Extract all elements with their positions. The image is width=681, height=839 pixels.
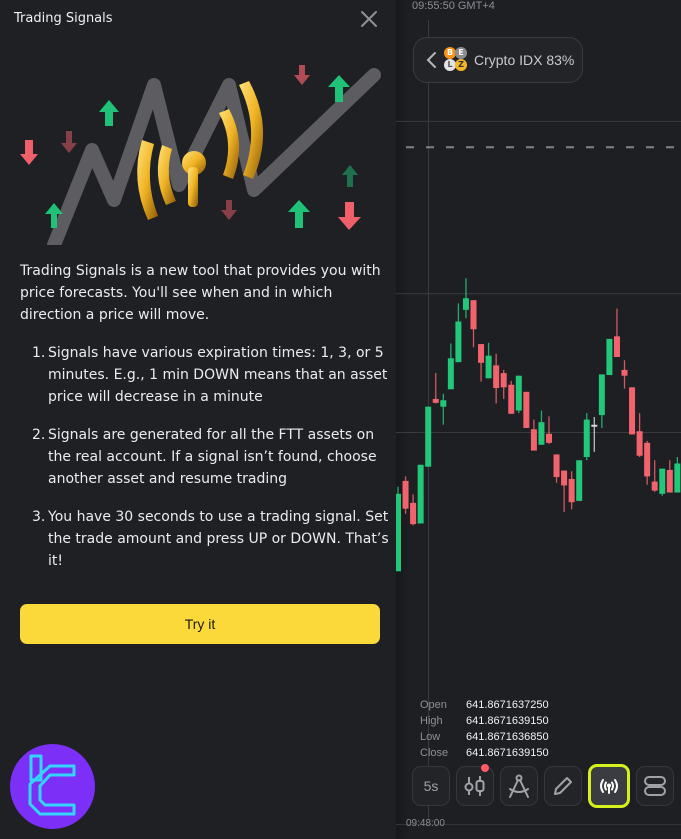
step-number: 1. (32, 345, 46, 361)
ohlc-close: Close 641.8671639150 (420, 745, 549, 761)
zcash-icon: Z (455, 59, 467, 71)
ohlc-value: 641.8671639150 (466, 747, 549, 759)
ohlc-label: High (420, 715, 443, 727)
candle-down (546, 433, 552, 443)
candle-up (425, 406, 432, 467)
candle-down (629, 387, 636, 435)
panel-title: Trading Signals (14, 11, 113, 26)
signals-illustration (20, 65, 381, 245)
logo-icon (28, 754, 76, 816)
brand-logo (10, 744, 95, 829)
candle-up (417, 464, 424, 524)
compass-icon (509, 774, 529, 798)
candle-down (561, 470, 568, 486)
step-item: 1. Signals have various expiration times… (20, 342, 390, 408)
ohlc-value: 641.8671636850 (466, 731, 549, 743)
timeframe-label: 5s (423, 778, 439, 794)
candle-up (440, 400, 447, 407)
signals-button[interactable] (588, 764, 630, 808)
candle-up (396, 493, 401, 572)
steps-list: 1. Signals have various expiration times… (20, 342, 390, 588)
ohlc-value: 641.8671639150 (466, 715, 549, 727)
step-number: 2. (32, 427, 46, 443)
ohlc-label: Close (420, 747, 449, 759)
trading-signals-panel: Trading Signals Trading Signals is a new… (0, 0, 396, 839)
candle-down (410, 502, 417, 525)
try-it-button[interactable]: Try it (20, 604, 380, 644)
candle-down (500, 373, 507, 388)
candle-up (462, 298, 469, 310)
chart-type-button[interactable] (456, 764, 494, 806)
candle-down (523, 391, 530, 428)
candle-down (493, 365, 500, 388)
layout-button[interactable] (636, 766, 674, 806)
asset-selector[interactable]: B E L Z Crypto IDX 83% (413, 37, 583, 83)
step-item: 2. Signals are generated for all the FTT… (20, 424, 390, 490)
candle-up (598, 374, 605, 416)
candle-down (568, 478, 575, 503)
step-text: You have 30 seconds to use a trading sig… (48, 509, 389, 569)
drawing-button[interactable] (544, 766, 582, 806)
candle-down (402, 480, 409, 509)
candle-up (674, 463, 681, 493)
candle-down (530, 429, 537, 451)
candlestick-icon (464, 776, 485, 796)
ohlc-open: Open 641.8671637250 (420, 697, 549, 713)
chevron-left-icon (426, 52, 436, 68)
close-button[interactable] (358, 8, 380, 30)
intro-text: Trading Signals is a new tool that provi… (20, 263, 381, 323)
notification-dot (481, 764, 489, 772)
ohlc-value: 641.8671637250 (466, 699, 549, 711)
step-item: 3. You have 30 seconds to use a trading … (20, 506, 390, 572)
step-text: Signals have various expiration times: 1… (48, 345, 388, 405)
ohlc-label: Low (420, 731, 441, 743)
candle-up (583, 419, 590, 458)
price-chart[interactable]: 09:55:50 GMT+4 B E L Z Crypto IDX 83% Op… (396, 0, 681, 839)
candle-up (606, 338, 613, 376)
ohlc-label: Open (420, 699, 447, 711)
signal-broadcast-icon (600, 779, 618, 794)
candle-down (666, 469, 673, 493)
ohlc-high: High 641.8671639150 (420, 713, 549, 729)
chart-toolbar: 5s (412, 764, 674, 808)
candle-down (644, 442, 651, 477)
candle-down (478, 344, 485, 363)
crypto-coins-icon: B E L Z (442, 47, 468, 73)
step-number: 3. (32, 509, 46, 525)
candle-down (621, 369, 628, 376)
candle-down (591, 424, 598, 427)
time-axis-label: 09:48:00 (406, 818, 445, 829)
timeframe-button[interactable]: 5s (412, 766, 450, 806)
candle-up (659, 468, 666, 494)
close-icon (361, 11, 377, 27)
candle-up (455, 321, 462, 363)
asset-name: Crypto IDX 83% (474, 52, 575, 68)
indicators-button[interactable] (500, 766, 538, 806)
candle-down (553, 454, 560, 478)
pencil-icon (554, 777, 572, 795)
candle-down (651, 481, 658, 491)
candle-up (576, 460, 583, 501)
step-text: Signals are generated for all the FTT as… (48, 427, 377, 487)
candle-down (636, 431, 643, 456)
current-time: 09:55:50 GMT+4 (412, 0, 495, 12)
candle-up (447, 358, 454, 390)
layout-rows-icon (644, 776, 666, 796)
ohlc-readout: Open 641.8671637250 High 641.8671639150 Lo… (420, 697, 549, 761)
candle-down (470, 300, 477, 330)
candle-up (485, 355, 492, 379)
candle-up (538, 422, 545, 445)
ethereum-icon: E (455, 47, 467, 59)
candle-down (613, 336, 620, 357)
ohlc-low: Low 641.8671636850 (420, 729, 549, 745)
candle-up (515, 375, 522, 411)
candle-down (508, 384, 515, 414)
candle-down (432, 398, 439, 403)
